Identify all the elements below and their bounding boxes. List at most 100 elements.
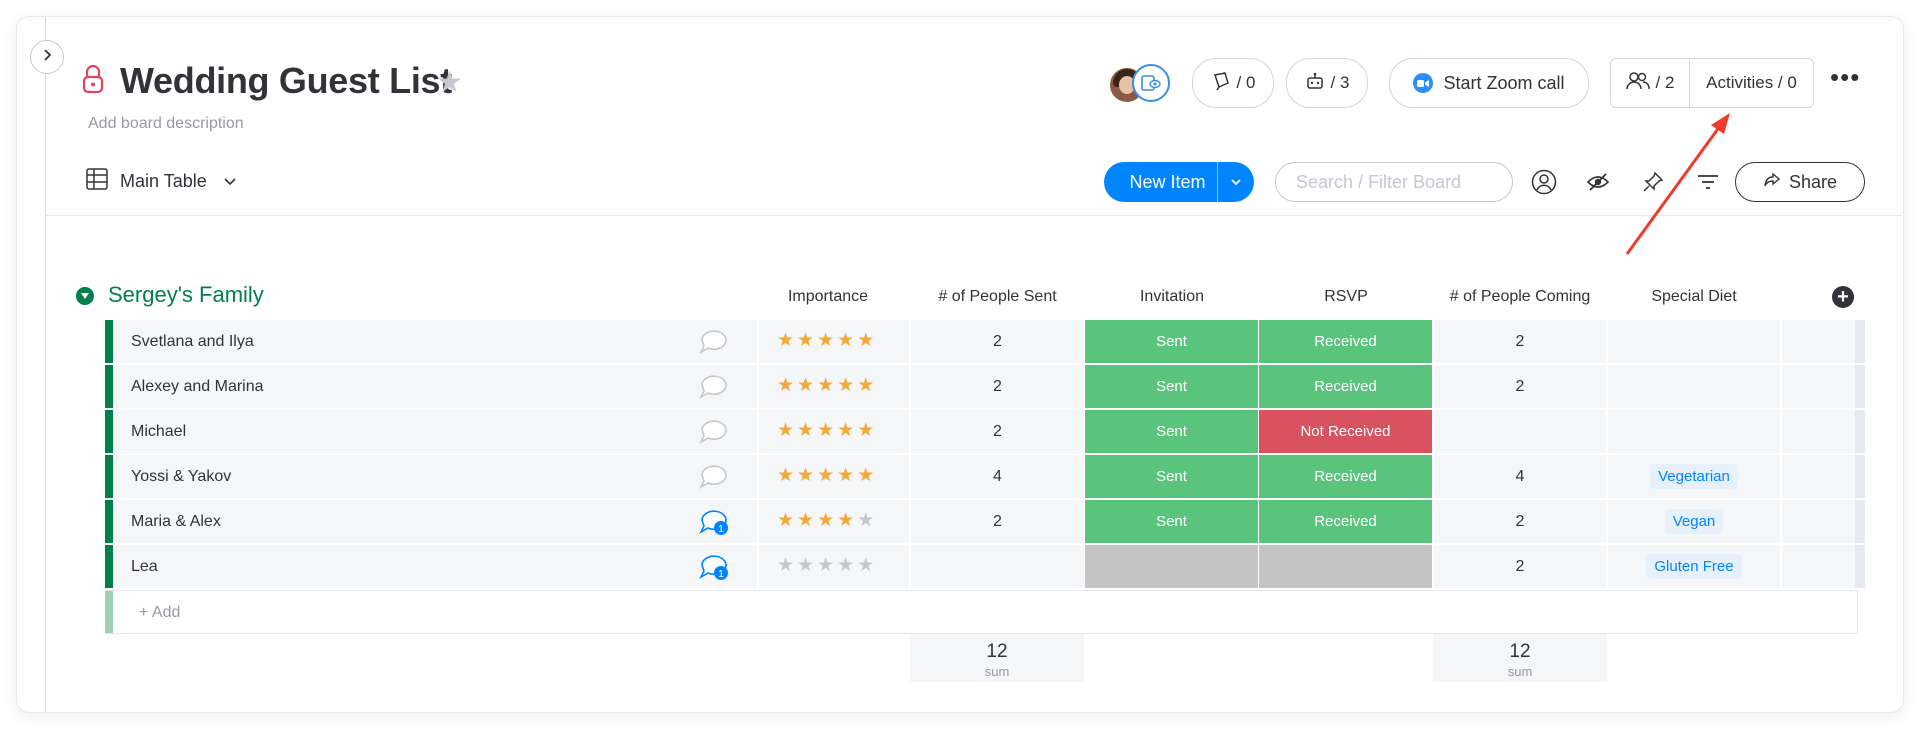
invitation-status-cell[interactable]: Sent <box>1085 455 1258 498</box>
people-coming-cell[interactable]: 2 <box>1433 545 1607 588</box>
diet-tag[interactable]: Gluten Free <box>1646 554 1742 579</box>
table-row[interactable]: Yossi & Yakov ★ ★ ★ ★ ★ 4 Sent Received 4 Vegetari… <box>105 455 1865 498</box>
rating-stars[interactable]: ★ ★ ★ ★ ★ <box>777 511 874 531</box>
special-diet-cell[interactable]: Vegetarian <box>1607 455 1781 498</box>
people-coming-cell[interactable]: 2 <box>1433 365 1607 408</box>
rsvp-status-cell[interactable]: Received <box>1259 365 1432 408</box>
star-icon[interactable]: ★ <box>837 376 854 396</box>
item-name[interactable]: Maria & Alex <box>131 513 221 531</box>
special-diet-cell[interactable] <box>1607 410 1781 453</box>
item-name[interactable]: Svetlana and Ilya <box>131 333 254 351</box>
table-row[interactable]: Svetlana and Ilya ★ ★ ★ ★ ★ 2 Sent Received 2 <box>105 320 1865 363</box>
table-row[interactable]: Lea 1 ★ ★ ★ ★ ★ 2 Gluten Free <box>105 545 1865 588</box>
updates-icon[interactable] <box>698 373 730 406</box>
star-icon[interactable]: ★ <box>797 331 814 351</box>
invitation-status-cell[interactable]: Sent <box>1085 410 1258 453</box>
people-coming-cell[interactable] <box>1433 410 1607 453</box>
invitation-status-cell[interactable]: Sent <box>1085 500 1258 543</box>
special-diet-cell[interactable]: Vegan <box>1607 500 1781 543</box>
special-diet-cell[interactable] <box>1607 365 1781 408</box>
star-icon[interactable]: ★ <box>817 421 834 441</box>
star-icon[interactable]: ★ <box>777 511 794 531</box>
special-diet-cell[interactable] <box>1607 320 1781 363</box>
star-icon[interactable]: ★ <box>857 376 874 396</box>
star-icon[interactable]: ★ <box>857 511 874 531</box>
people-coming-cell[interactable]: 2 <box>1433 320 1607 363</box>
invitation-status-cell[interactable] <box>1085 545 1258 588</box>
people-sent-cell[interactable] <box>910 545 1085 588</box>
table-row[interactable]: Alexey and Marina ★ ★ ★ ★ ★ 2 Sent Received 2 <box>105 365 1865 408</box>
rsvp-status-cell[interactable]: Received <box>1259 320 1432 363</box>
sum-people-coming: 12 sum <box>1433 634 1607 682</box>
add-item-row[interactable]: + Add <box>105 590 1858 634</box>
star-icon[interactable]: ★ <box>777 421 794 441</box>
rsvp-status-cell[interactable]: Received <box>1259 500 1432 543</box>
item-name[interactable]: Lea <box>131 558 158 576</box>
people-sent-cell[interactable]: 4 <box>910 455 1085 498</box>
column-header-people-sent[interactable]: # of People Sent <box>910 288 1085 306</box>
star-icon[interactable]: ★ <box>797 556 814 576</box>
star-icon[interactable]: ★ <box>777 556 794 576</box>
special-diet-cell[interactable]: Gluten Free <box>1607 545 1781 588</box>
updates-icon[interactable] <box>698 463 730 496</box>
rating-stars[interactable]: ★ ★ ★ ★ ★ <box>777 421 874 441</box>
rating-stars[interactable]: ★ ★ ★ ★ ★ <box>777 376 874 396</box>
rating-stars[interactable]: ★ ★ ★ ★ ★ <box>777 466 874 486</box>
star-icon[interactable]: ★ <box>857 466 874 486</box>
star-icon[interactable]: ★ <box>837 421 854 441</box>
star-icon[interactable]: ★ <box>857 556 874 576</box>
star-icon[interactable]: ★ <box>797 376 814 396</box>
column-header-special-diet[interactable]: Special Diet <box>1607 288 1781 306</box>
people-sent-cell[interactable]: 2 <box>910 410 1085 453</box>
star-icon[interactable]: ★ <box>797 421 814 441</box>
group-collapse-toggle[interactable] <box>76 287 94 305</box>
group-color-bar <box>105 500 113 543</box>
star-icon[interactable]: ★ <box>817 556 834 576</box>
star-icon[interactable]: ★ <box>817 376 834 396</box>
updates-icon[interactable]: 1 <box>698 508 730 541</box>
table-row[interactable]: Maria & Alex 1 ★ ★ ★ ★ ★ 2 Sent Received 2 Vegan <box>105 500 1865 543</box>
column-header-rsvp[interactable]: RSVP <box>1259 288 1433 306</box>
add-column-button[interactable]: + <box>1832 286 1854 308</box>
star-icon[interactable]: ★ <box>777 376 794 396</box>
rsvp-status-cell[interactable] <box>1259 545 1432 588</box>
star-icon[interactable]: ★ <box>857 331 874 351</box>
rating-stars[interactable]: ★ ★ ★ ★ ★ <box>777 331 874 351</box>
row-edge <box>1855 455 1865 498</box>
item-name[interactable]: Alexey and Marina <box>131 378 264 396</box>
people-coming-cell[interactable]: 4 <box>1433 455 1607 498</box>
people-sent-cell[interactable]: 2 <box>910 500 1085 543</box>
invitation-status-cell[interactable]: Sent <box>1085 365 1258 408</box>
star-icon[interactable]: ★ <box>777 466 794 486</box>
column-header-importance[interactable]: Importance <box>758 288 898 306</box>
updates-icon[interactable] <box>698 418 730 451</box>
rsvp-status-cell[interactable]: Not Received <box>1259 410 1432 453</box>
star-icon[interactable]: ★ <box>857 421 874 441</box>
star-icon[interactable]: ★ <box>797 466 814 486</box>
star-icon[interactable]: ★ <box>837 511 854 531</box>
diet-tag[interactable]: Vegan <box>1664 509 1724 534</box>
updates-icon[interactable]: 1 <box>698 553 730 586</box>
item-name[interactable]: Michael <box>131 423 186 441</box>
star-icon[interactable]: ★ <box>817 331 834 351</box>
star-icon[interactable]: ★ <box>797 511 814 531</box>
rsvp-status-cell[interactable]: Received <box>1259 455 1432 498</box>
people-coming-cell[interactable]: 2 <box>1433 500 1607 543</box>
invitation-status-cell[interactable]: Sent <box>1085 320 1258 363</box>
star-icon[interactable]: ★ <box>837 331 854 351</box>
star-icon[interactable]: ★ <box>837 556 854 576</box>
star-icon[interactable]: ★ <box>817 466 834 486</box>
updates-icon[interactable] <box>698 328 730 361</box>
people-sent-cell[interactable]: 2 <box>910 365 1085 408</box>
people-sent-cell[interactable]: 2 <box>910 320 1085 363</box>
rating-stars[interactable]: ★ ★ ★ ★ ★ <box>777 556 874 576</box>
star-icon[interactable]: ★ <box>777 331 794 351</box>
column-header-people-coming[interactable]: # of People Coming <box>1433 288 1607 306</box>
diet-tag[interactable]: Vegetarian <box>1650 464 1738 489</box>
star-icon[interactable]: ★ <box>837 466 854 486</box>
item-name[interactable]: Yossi & Yakov <box>131 468 231 486</box>
table-row[interactable]: Michael ★ ★ ★ ★ ★ 2 Sent Not Received <box>105 410 1865 453</box>
column-header-invitation[interactable]: Invitation <box>1085 288 1259 306</box>
star-icon[interactable]: ★ <box>817 511 834 531</box>
group-title[interactable]: Sergey's Family <box>108 282 264 308</box>
